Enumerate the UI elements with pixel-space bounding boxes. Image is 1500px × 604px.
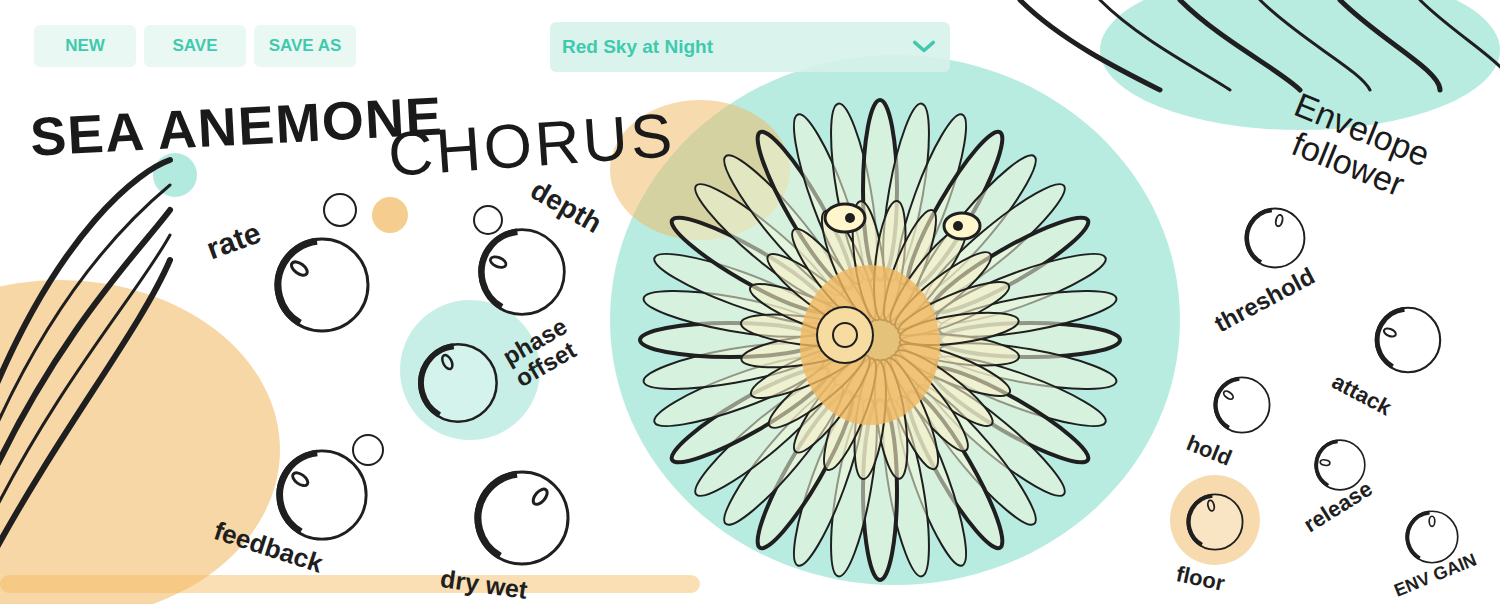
file-buttons: NEWSAVESAVE AS (34, 25, 356, 67)
knob-indicator (290, 470, 310, 488)
file-button[interactable]: SAVE (144, 25, 246, 67)
knob-indicator (1207, 500, 1215, 512)
knob-indicator (1429, 516, 1435, 526)
knob-indicator (1383, 327, 1397, 338)
toolbar: NEWSAVESAVE AS Red Sky at Night (0, 0, 1500, 72)
knob-indicator (1320, 459, 1330, 466)
knob-indicator (1275, 214, 1284, 227)
envelope-label: threshold (1208, 258, 1321, 341)
chorus-knob[interactable] (272, 235, 372, 335)
chorus-knob[interactable] (416, 341, 500, 425)
file-button[interactable]: NEW (34, 25, 136, 67)
knob-indicator (489, 255, 508, 270)
chorus-label: rate (200, 210, 267, 271)
chorus-knob[interactable] (476, 226, 568, 318)
chorus-label: dry wet (438, 560, 530, 604)
anemone-illustration (640, 100, 1120, 580)
chorus-knob[interactable] (472, 468, 572, 568)
preset-value: Red Sky at Night (562, 33, 713, 62)
knob-indicator (440, 353, 454, 370)
envelope-knob[interactable] (1212, 375, 1272, 435)
plugin-window: NEWSAVESAVE AS Red Sky at Night SEA ANEMON… (0, 0, 1500, 604)
envelope-knob[interactable] (1243, 206, 1307, 270)
envelope-label: attack (1326, 365, 1398, 424)
preset-dropdown[interactable]: Red Sky at Night (550, 22, 950, 72)
knob-indicator (1222, 390, 1234, 401)
knob-indicator (289, 259, 309, 278)
chorus-knob[interactable] (274, 447, 370, 543)
chevron-down-icon (910, 33, 938, 61)
envelope-label: hold (1182, 427, 1237, 475)
knob-indicator (531, 487, 550, 507)
envelope-knob[interactable] (1373, 305, 1443, 375)
file-button[interactable]: SAVE AS (254, 25, 356, 67)
envelope-knob[interactable] (1185, 492, 1245, 552)
title-line1: SEA ANEMONE (28, 75, 445, 177)
